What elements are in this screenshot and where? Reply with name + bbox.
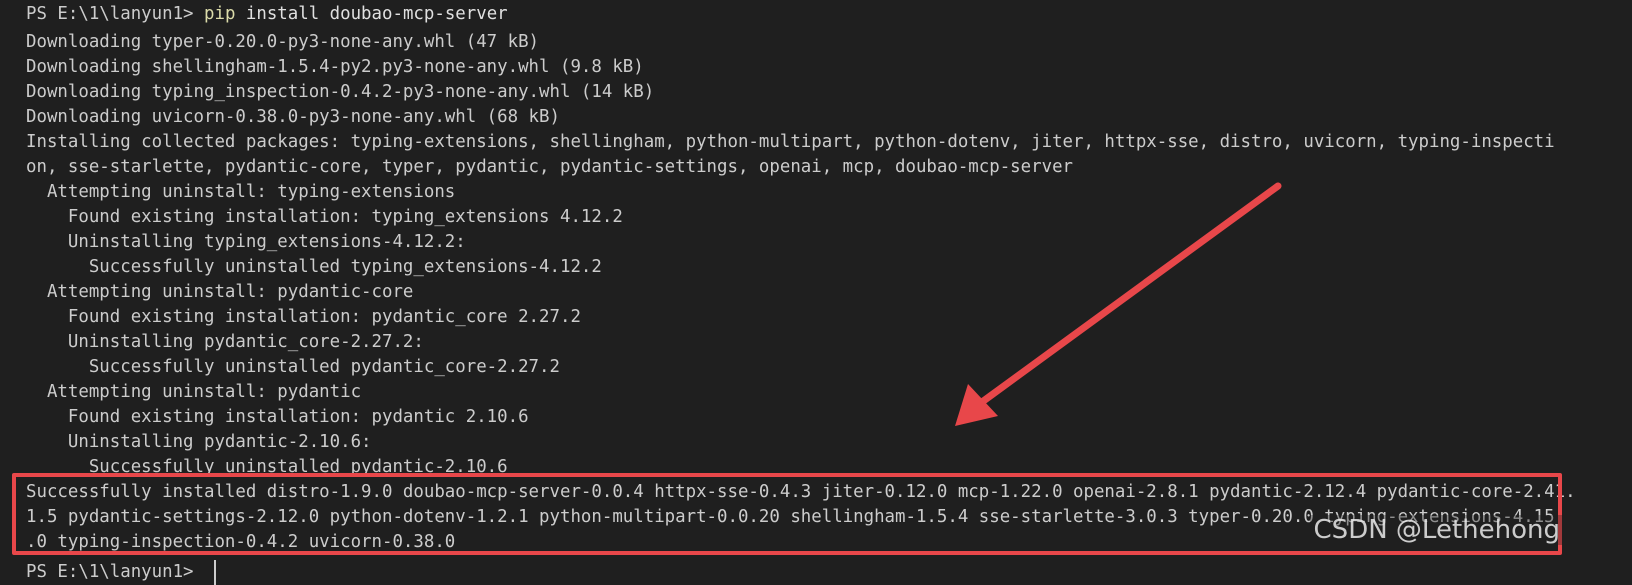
- success-line: Successfully installed distro-1.9.0 doub…: [26, 482, 1576, 502]
- output-line: Attempting uninstall: pydantic: [26, 382, 362, 402]
- output-line: Found existing installation: pydantic 2.…: [26, 407, 529, 427]
- next-prompt: PS E:\1\lanyun1>: [26, 562, 204, 582]
- output-line: Downloading typer-0.20.0-py3-none-any.wh…: [26, 32, 540, 52]
- output-line: Uninstalling pydantic-2.10.6:: [26, 432, 372, 452]
- command-args: install doubao-mcp-server: [235, 4, 508, 24]
- output-line: Found existing installation: pydantic_co…: [26, 307, 581, 327]
- output-line: Successfully uninstalled pydantic_core-2…: [26, 357, 560, 377]
- watermark: CSDN @Lethehong: [1309, 515, 1564, 545]
- pip-command: pip: [204, 4, 236, 24]
- success-line: .0 typing-inspection-0.4.2 uvicorn-0.38.…: [26, 532, 456, 552]
- output-line: Uninstalling pydantic_core-2.27.2:: [26, 332, 424, 352]
- output-line: Installing collected packages: typing-ex…: [26, 132, 1555, 152]
- output-line: Attempting uninstall: typing-extensions: [26, 182, 456, 202]
- terminal-window[interactable]: PS E:\1\lanyun1> pip install doubao-mcp-…: [0, 0, 1632, 585]
- output-line: on, sse-starlette, pydantic-core, typer,…: [26, 157, 1074, 177]
- output-line: Successfully uninstalled typing_extensio…: [26, 257, 602, 277]
- output-line: Successfully uninstalled pydantic-2.10.6: [26, 457, 508, 477]
- output-line: Downloading typing_inspection-0.4.2-py3-…: [26, 82, 655, 102]
- output-line: Downloading shellingham-1.5.4-py2.py3-no…: [26, 57, 644, 77]
- output-line: Downloading uvicorn-0.38.0-py3-none-any.…: [26, 107, 560, 127]
- output-line: Uninstalling typing_extensions-4.12.2:: [26, 232, 466, 252]
- output-line: Found existing installation: typing_exte…: [26, 207, 623, 227]
- prompt-path: PS E:\1\lanyun1>: [26, 4, 204, 24]
- command-prompt-line: PS E:\1\lanyun1> pip install doubao-mcp-…: [26, 2, 508, 27]
- text-cursor: [214, 560, 216, 585]
- output-line: Attempting uninstall: pydantic-core: [26, 282, 414, 302]
